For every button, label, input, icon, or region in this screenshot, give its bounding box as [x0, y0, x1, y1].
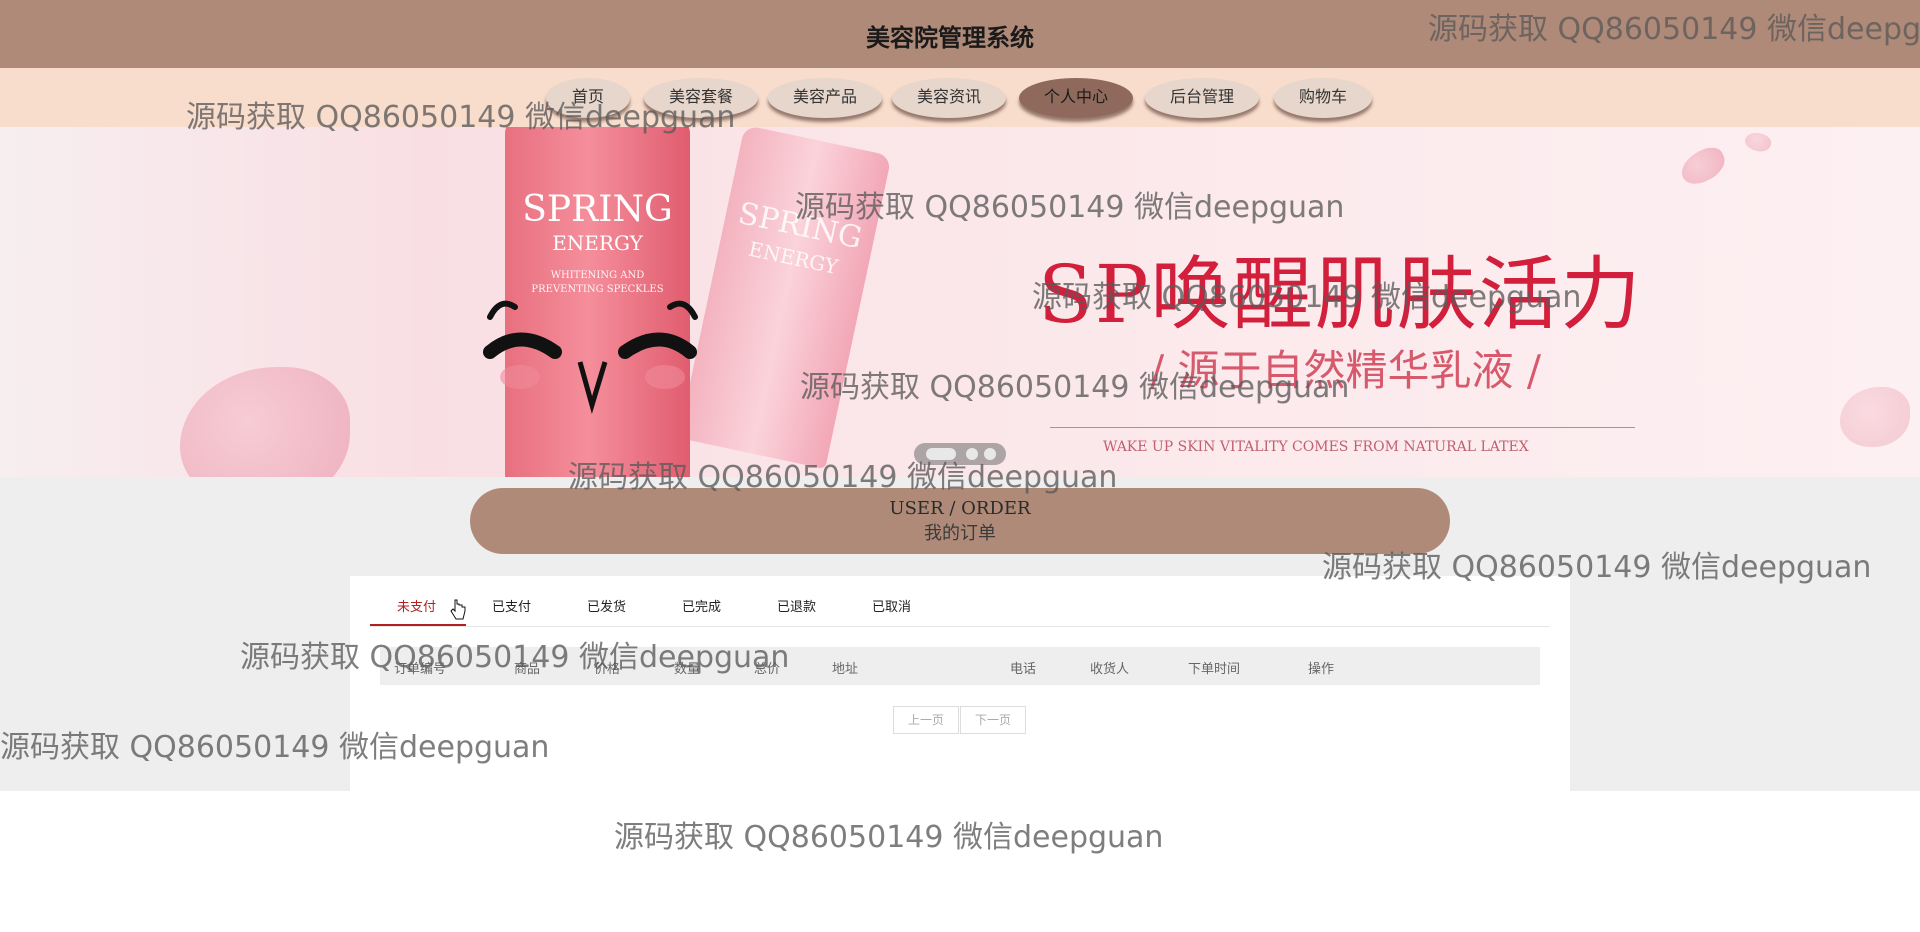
- tabs-divider: [370, 626, 1550, 627]
- banner-divider: [1050, 427, 1635, 428]
- page-root: 美容院管理系统 首页 美容套餐 美容产品 美容资讯 个人中心 后台管理 购物车 …: [0, 0, 1920, 932]
- nav-item-products[interactable]: 美容产品: [768, 78, 882, 118]
- orders-table-header: 订单编号 商品 价格 数量 总价 地址 电话 收货人 下单时间 操作: [380, 647, 1540, 685]
- column-header: 收货人: [1090, 662, 1130, 677]
- nav-item-home[interactable]: 首页: [546, 78, 630, 118]
- column-header: 订单编号: [394, 662, 447, 677]
- banner-subline: / 源于自然精华乳液 /: [1150, 346, 1542, 395]
- column-header: 商品: [514, 662, 541, 677]
- column-header: 数量: [674, 662, 701, 677]
- orders-panel: 未支付 已支付 已发货 已完成 已退款 已取消 订单编号 商品 价格 数量 总价…: [350, 576, 1570, 791]
- tab-unpaid[interactable]: 未支付: [397, 596, 436, 615]
- site-title: 美容院管理系统: [866, 24, 1034, 52]
- column-header: 价格: [594, 662, 621, 677]
- petal-image: [1840, 387, 1910, 447]
- prev-page-button[interactable]: 上一页: [893, 706, 959, 734]
- banner-headline: SP唤醒肌肤活力: [1038, 248, 1643, 341]
- column-header: 下单时间: [1188, 662, 1241, 677]
- carousel-dot[interactable]: [984, 448, 996, 460]
- column-header: 电话: [1010, 662, 1037, 677]
- nav-item-packages[interactable]: 美容套餐: [644, 78, 758, 118]
- tab-refunded[interactable]: 已退款: [777, 596, 816, 615]
- petal-image: [180, 367, 350, 477]
- section-title-banner: USER / ORDER 我的订单: [470, 488, 1450, 554]
- section-title-en: USER / ORDER: [889, 498, 1031, 519]
- hand-cursor-icon: [450, 599, 466, 620]
- nav-item-admin[interactable]: 后台管理: [1145, 78, 1259, 118]
- tab-paid[interactable]: 已支付: [492, 596, 531, 615]
- active-tab-indicator: [370, 624, 466, 626]
- smiley-face-sticker: [483, 300, 698, 414]
- tab-cancelled[interactable]: 已取消: [872, 596, 911, 615]
- top-header: 美容院管理系统: [0, 0, 1920, 68]
- column-header: 总价: [754, 662, 781, 677]
- next-page-button[interactable]: 下一页: [960, 706, 1026, 734]
- product-tube-back: SPRING ENERGY: [678, 127, 892, 470]
- nav-item-personal-center[interactable]: 个人中心: [1019, 78, 1133, 118]
- tab-shipped[interactable]: 已发货: [587, 596, 626, 615]
- watermark-text: 源码获取 QQ86050149 微信deepguan: [614, 820, 1164, 855]
- carousel-dot[interactable]: [966, 448, 978, 460]
- carousel-dot-active[interactable]: [926, 448, 956, 460]
- section-title-zh: 我的订单: [924, 523, 996, 544]
- banner-tagline: WAKE UP SKIN VITALITY COMES FROM NATURAL…: [1103, 439, 1529, 455]
- tab-completed[interactable]: 已完成: [682, 596, 721, 615]
- main-nav: 首页 美容套餐 美容产品 美容资讯 个人中心 后台管理 购物车: [0, 68, 1920, 127]
- nav-item-news[interactable]: 美容资讯: [892, 78, 1006, 118]
- carousel-dots: [914, 443, 1006, 465]
- tube-sub-text: ENERGY: [552, 231, 643, 255]
- petal-image: [1675, 142, 1731, 190]
- nav-item-cart[interactable]: 购物车: [1274, 78, 1372, 118]
- column-header: 地址: [832, 662, 859, 677]
- column-header: 操作: [1308, 662, 1335, 677]
- petal-image: [1742, 129, 1774, 155]
- hero-banner[interactable]: SPRING ENERGY SPRING ENERGY WHITENING AN…: [0, 127, 1920, 477]
- tube-brand-text: SPRING: [522, 189, 673, 230]
